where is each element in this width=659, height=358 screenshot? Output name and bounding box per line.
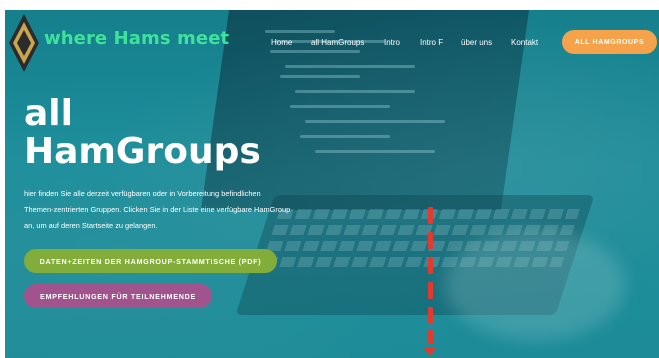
nav-kontakt[interactable]: Kontakt	[511, 38, 538, 47]
code-line	[270, 50, 360, 53]
page-title-line2: HamGroups	[24, 131, 261, 172]
all-hamgroups-button[interactable]: ALL HAMGROUPS	[562, 30, 657, 54]
code-line	[305, 120, 445, 123]
nav-all-hamgroups[interactable]: all HamGroups	[311, 38, 364, 47]
code-line	[315, 150, 435, 153]
page-title-line1: all	[24, 93, 73, 134]
nav-intro-f[interactable]: Intro F	[420, 38, 443, 47]
hand-image	[445, 230, 625, 340]
nav-intro[interactable]: Intro	[384, 38, 400, 47]
code-line	[285, 65, 415, 68]
hero-description-line2: Themen-zentrierten Gruppen. Clicken Sie …	[24, 205, 291, 214]
hero-description-line1: hier finden Sie alle derzeit verfügbaren…	[24, 189, 261, 198]
top-border	[0, 0, 659, 10]
arrow-dash	[428, 307, 433, 324]
code-line	[280, 75, 360, 78]
arrow-dash	[428, 257, 433, 274]
arrow-dash	[428, 207, 433, 224]
main-navigation: Home all HamGroups Intro Intro F über un…	[0, 38, 659, 50]
page-title: all HamGroups	[24, 95, 261, 171]
arrow-dash	[428, 330, 433, 344]
arrow-dash	[428, 232, 433, 249]
recommendations-button[interactable]: EMPFEHLUNGEN FÜR TEILNEHMENDE	[24, 284, 212, 308]
hero-description-line3: an, um auf deren Startseite zu gelangen.	[24, 221, 158, 230]
arrow-head-icon	[423, 347, 437, 356]
code-line	[300, 135, 390, 138]
nav-home[interactable]: Home	[271, 38, 292, 47]
arrow-dash	[428, 282, 433, 299]
hero-description: hier finden Sie alle derzeit verfügbaren…	[24, 186, 354, 234]
code-line	[265, 30, 335, 33]
code-line	[290, 105, 390, 108]
code-line	[295, 90, 415, 93]
nav-ueber-uns[interactable]: über uns	[461, 38, 492, 47]
schedule-pdf-button[interactable]: DATEN+ZEITEN DER HAMGROUP-STAMMTISCHE (P…	[24, 249, 277, 273]
